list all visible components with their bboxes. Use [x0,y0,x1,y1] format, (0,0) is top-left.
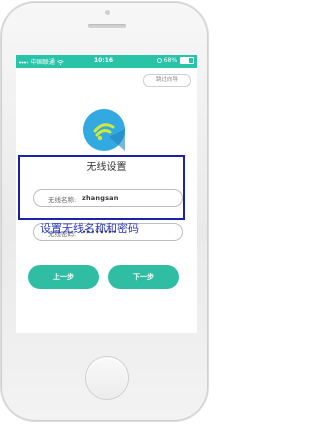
wifi-icon [57,60,64,65]
annotation-highlight-box [18,155,185,220]
alarm-icon [156,58,162,63]
carrier: 中国联通 [19,57,64,66]
next-step-button[interactable]: 下一步 [108,265,179,289]
battery-percent: 68% [163,57,178,64]
skip-wizard-button[interactable]: 跳过向导 [143,74,191,87]
battery-icon [180,57,194,64]
previous-step-button[interactable]: 上一步 [28,265,99,289]
home-button[interactable] [85,356,129,400]
earpiece-speaker [88,24,126,28]
wifi-logo-icon [83,109,125,151]
signal-icon [19,61,29,64]
battery-status: 68% [156,57,194,64]
annotation-caption: 设置无线名称和密码 [40,222,139,235]
carrier-name: 中国联通 [30,59,55,66]
status-bar: 中国联通 10:16 68% [16,55,197,68]
front-camera [105,10,110,15]
status-time: 10:16 [94,57,114,64]
